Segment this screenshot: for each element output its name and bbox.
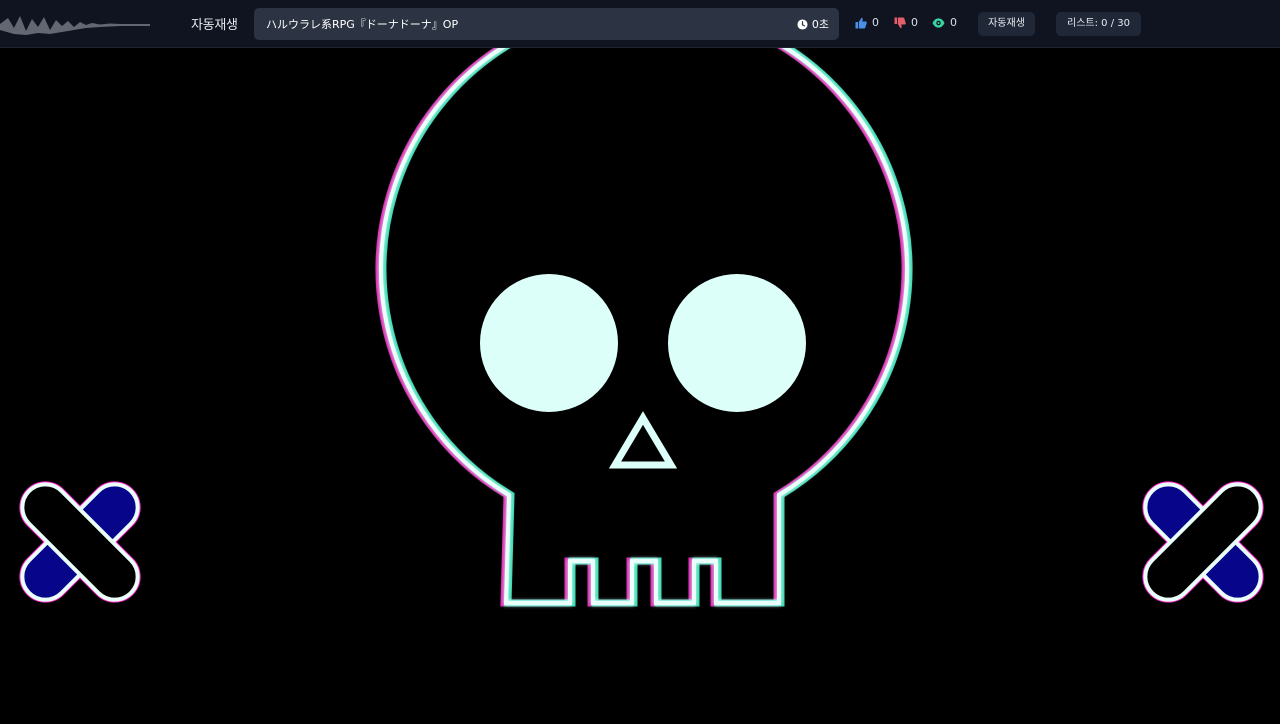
thumbs-up-icon: [855, 17, 867, 28]
thumbs-down-icon: [894, 17, 906, 28]
skull-nose: [608, 411, 678, 469]
playlist-counter-button[interactable]: 리스트: 0 / 30: [1056, 12, 1141, 36]
now-playing-bar[interactable]: ハルウラレ系RPG『ドーナドーナ』OP 0초: [254, 8, 839, 40]
audio-waveform: [0, 16, 150, 35]
skull-left-eye: [480, 274, 618, 412]
dislike-count: 0: [911, 16, 918, 29]
skull-graphic: [375, 2, 913, 607]
left-bandage-cross: [19, 481, 141, 603]
like-stat[interactable]: 0: [855, 16, 879, 29]
video-stage[interactable]: [0, 2, 1280, 720]
skull-right-eye: [668, 274, 806, 412]
elapsed-time: 0초: [797, 16, 829, 32]
autoplay-button[interactable]: 자동재생: [978, 12, 1035, 36]
view-stat: 0: [932, 16, 957, 29]
elapsed-time-text: 0초: [811, 18, 829, 31]
top-bar: 자동재생 ハルウラレ系RPG『ドーナドーナ』OP 0초 0 0 0 자동재생 리…: [0, 0, 1280, 48]
like-count: 0: [872, 16, 879, 29]
autoplay-label: 자동재생: [191, 18, 238, 33]
right-bandage-cross: [1142, 481, 1264, 603]
dislike-stat[interactable]: 0: [894, 16, 918, 29]
view-count: 0: [950, 16, 957, 29]
clock-icon: [797, 18, 808, 30]
now-playing-title: ハルウラレ系RPG『ドーナドーナ』OP: [266, 18, 459, 31]
video-frame: [19, 2, 1264, 607]
eye-icon: [932, 17, 945, 28]
